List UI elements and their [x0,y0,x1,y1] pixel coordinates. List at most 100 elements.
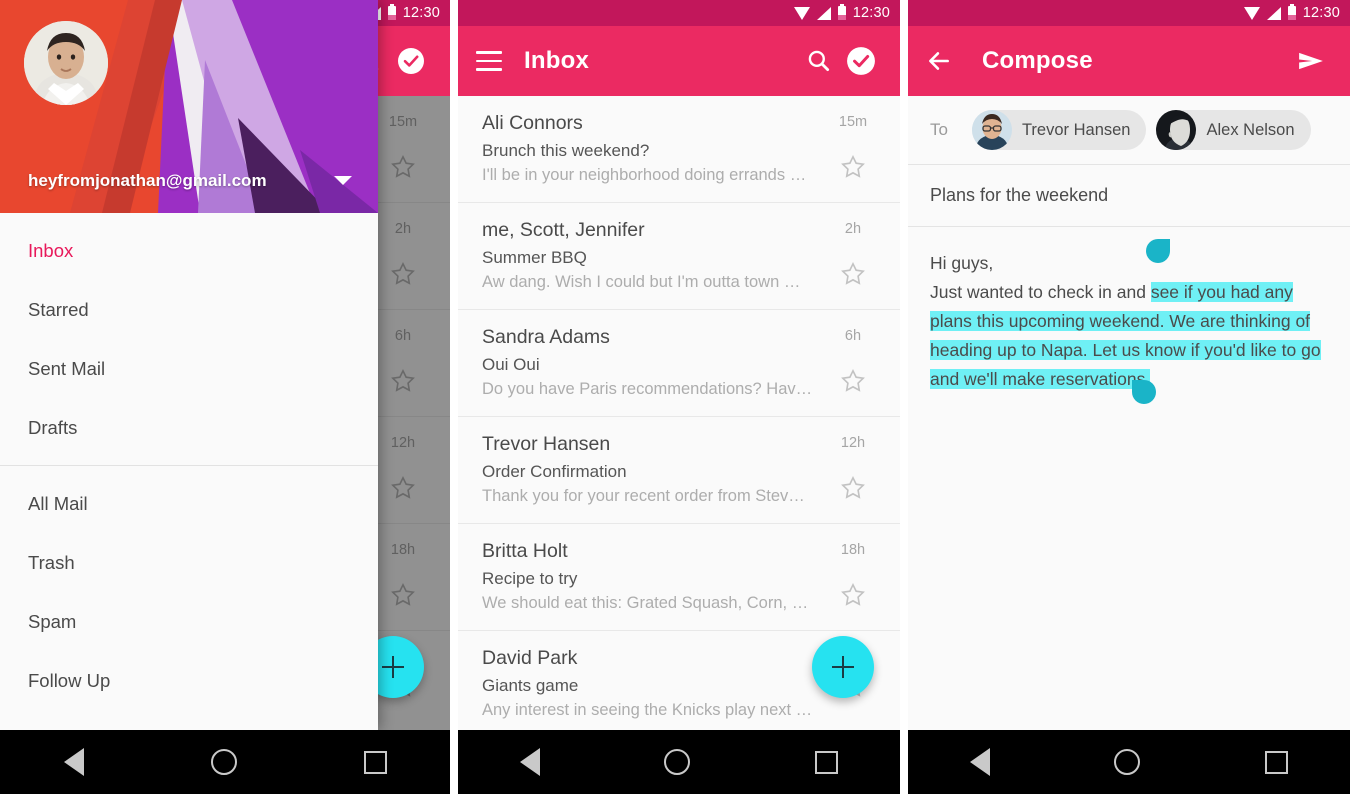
message-body-field[interactable]: Hi guys, Just wanted to check in and see… [908,227,1350,404]
star-icon[interactable] [840,154,866,185]
sidebar-item-inbox[interactable]: Inbox [0,221,378,280]
page-title: Compose [982,47,1093,74]
body-line: heading up to Napa. Let us know if you'd… [930,336,1328,365]
sidebar-item-label: Starred [28,298,89,320]
body-highlighted: see if you had any [1150,282,1293,302]
body-highlighted: heading up to Napa. Let us know if you'd… [930,340,1321,360]
sidebar-item-spam[interactable]: Spam [0,592,378,651]
compose-app-bar: Compose [908,26,1350,96]
screen-inbox: 12:30 Inbox Ali Connors Brunch this week… [450,0,900,794]
body-line: plans this upcoming weekend. We are thin… [930,307,1328,336]
android-nav-bar [0,730,450,794]
recents-square-icon[interactable] [814,750,838,774]
check-circle-icon[interactable] [840,40,882,82]
status-time: 12:30 [402,5,440,21]
email-snippet: I'll be in your neighborhood doing erran… [482,166,807,184]
table-row[interactable]: Trevor Hansen Order Confirmation Thank y… [458,417,900,524]
recipients-field[interactable]: To Trevor Hansen Alex Nelson [908,96,1350,165]
sidebar-item-drafts[interactable]: Drafts [0,398,378,457]
drawer-header: heyfromjonathan@gmail.com [0,0,378,213]
star-icon[interactable] [840,261,866,292]
recents-square-icon[interactable] [363,750,387,774]
android-nav-bar [908,730,1350,794]
sidebar-item-label: Drafts [28,416,78,438]
subject-text: Plans for the weekend [930,185,1109,205]
android-nav-bar [458,730,900,794]
account-email: heyfromjonathan@gmail.com [28,171,267,190]
email-time: 12h [840,435,866,451]
page-title: Inbox [524,47,589,74]
email-snippet: We should eat this: Grated Squash, Corn,… [482,594,809,612]
back-triangle-icon[interactable] [63,748,84,776]
sidebar-item-starred[interactable]: Starred [0,280,378,339]
email-time: 6h [844,328,862,344]
divider [0,465,378,466]
signal-icon [816,6,831,20]
status-bar: 12:30 [458,0,900,26]
recipient-chip[interactable]: Trevor Hansen [971,110,1147,150]
drawer-menu-list: Inbox Starred Sent Mail Drafts All Mail … [0,213,378,710]
email-sender: Sandra Adams [482,326,610,348]
recipient-chip[interactable]: Alex Nelson [1156,110,1311,150]
email-time: 18h [840,542,866,558]
wifi-icon [1243,6,1260,20]
email-subject: Oui Oui [482,355,540,374]
home-circle-icon[interactable] [210,749,237,775]
recents-square-icon[interactable] [1264,750,1288,774]
sidebar-item-sent-mail[interactable]: Sent Mail [0,339,378,398]
table-row[interactable]: Ali Connors Brunch this weekend? I'll be… [458,96,900,203]
subject-field[interactable]: Plans for the weekend [908,165,1350,227]
three-phone-screens: 12:30 Inbox Ali Connors [0,0,1350,794]
body-plain: Just wanted to check in and [930,282,1151,302]
table-row[interactable]: me, Scott, Jennifer Summer BBQ Aw dang. … [458,203,900,310]
home-circle-icon[interactable] [664,749,691,775]
sidebar-item-label: Follow Up [28,669,111,691]
star-icon[interactable] [840,475,866,506]
sidebar-item-trash[interactable]: Trash [0,533,378,592]
recipient-name: Trevor Hansen [1021,120,1131,139]
selection-start-handle[interactable] [1146,239,1170,263]
star-icon[interactable] [840,582,866,613]
home-circle-icon[interactable] [1114,749,1141,775]
search-icon[interactable] [798,40,840,82]
battery-icon [1287,4,1296,20]
body-plain: Hi guys, [930,253,994,273]
send-icon[interactable] [1290,40,1332,82]
back-triangle-icon[interactable] [970,748,991,776]
back-triangle-icon[interactable] [520,748,541,776]
sidebar-item-label: Trash [28,551,75,573]
sidebar-item-follow-up[interactable]: Follow Up [0,651,378,710]
email-snippet: Do you have Paris recommendations? Hav… [482,380,813,398]
recipient-name: Alex Nelson [1206,120,1295,139]
check-circle-icon[interactable] [390,40,432,82]
avatar [971,110,1012,150]
sidebar-item-label: All Mail [28,492,88,514]
email-snippet: Thank you for your recent order from Ste… [482,487,805,505]
chevron-down-icon[interactable] [334,176,352,185]
email-sender: David Park [482,647,578,669]
status-time: 12:30 [852,5,890,21]
table-row[interactable]: Sandra Adams Oui Oui Do you have Paris r… [458,310,900,417]
sidebar-item-all-mail[interactable]: All Mail [0,474,378,533]
sidebar-item-label: Spam [28,610,77,632]
arrow-back-icon[interactable] [918,40,960,82]
avatar[interactable] [24,21,108,105]
status-time: 12:30 [1302,5,1340,21]
email-snippet: Aw dang. Wish I could but I'm outta town… [482,273,801,291]
inbox-app-bar: Inbox [458,26,900,96]
table-row[interactable]: Britta Holt Recipe to try We should eat … [458,524,900,631]
email-sender: Britta Holt [482,540,568,562]
email-subject: Giants game [482,676,579,695]
star-icon[interactable] [840,368,866,399]
email-subject: Summer BBQ [482,248,587,267]
email-sender: Trevor Hansen [482,433,611,455]
email-subject: Recipe to try [482,569,578,588]
email-subject: Order Confirmation [482,462,627,481]
hamburger-menu-icon[interactable] [476,51,502,71]
signal-icon [1266,6,1281,20]
body-line: and we'll make reservations. [930,365,1328,394]
compose-fab-button[interactable] [812,636,874,698]
wifi-icon [793,6,810,20]
screen-compose: 12:30 Compose To Trevor Hansen Alex Nels… [900,0,1350,794]
selection-end-handle[interactable] [1132,380,1156,404]
